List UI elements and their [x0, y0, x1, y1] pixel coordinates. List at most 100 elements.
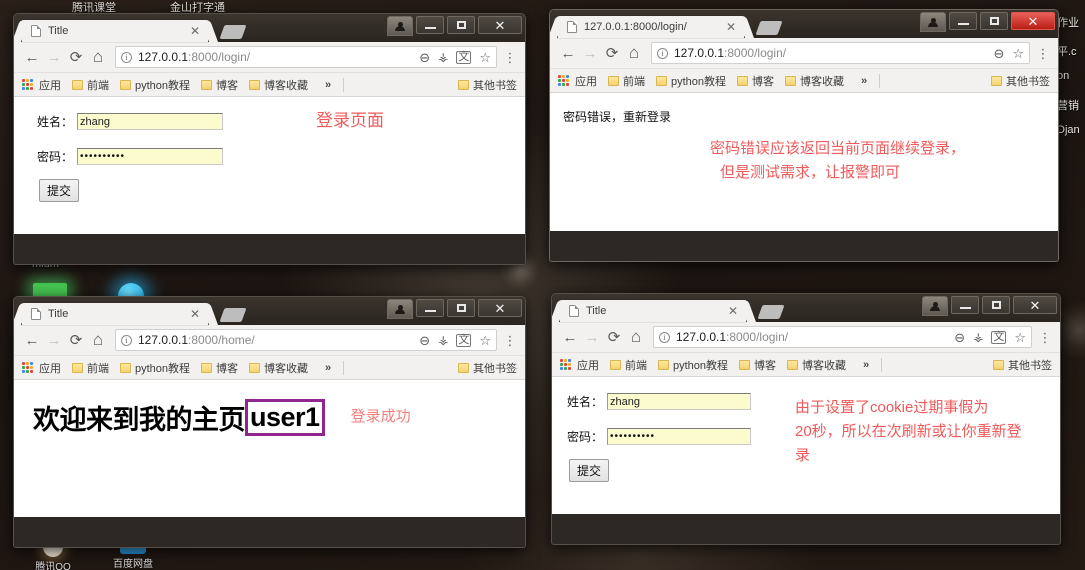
home-button[interactable]: ⌂ — [623, 42, 645, 64]
site-info-icon[interactable]: i — [121, 51, 132, 63]
browser-tab[interactable]: Title ✕ — [22, 20, 208, 42]
bookmark-folder-1[interactable]: python教程 — [120, 360, 190, 376]
translate-icon[interactable]: 文 — [991, 330, 1007, 344]
zoom-out-icon[interactable]: ⊖ — [419, 334, 430, 347]
new-tab-button[interactable] — [755, 21, 783, 35]
bookmark-other[interactable]: 其他书签 — [991, 73, 1050, 89]
new-tab-button[interactable] — [757, 305, 785, 319]
bookmarks-overflow-icon[interactable]: » — [863, 359, 869, 371]
right-edge-item-1[interactable]: 平.c — [1057, 43, 1077, 59]
key-icon[interactable]: ⚶ — [438, 51, 448, 63]
bookmark-apps[interactable]: 应用 — [560, 357, 599, 373]
bookmark-folder-0[interactable]: 前端 — [610, 357, 647, 373]
bookmark-folder-1[interactable]: python教程 — [658, 357, 728, 373]
bookmark-other[interactable]: 其他书签 — [458, 360, 517, 376]
bookmark-folder-3[interactable]: 博客收藏 — [249, 77, 308, 93]
browser-window-login-form[interactable]: Title ✕ ✕ ← → ⟳ ⌂ i 127.0.0.1:8000/login… — [13, 13, 526, 265]
name-input[interactable]: zhang — [607, 393, 752, 410]
translate-icon[interactable]: 文 — [456, 333, 472, 347]
password-input[interactable]: •••••••••• — [77, 148, 224, 165]
bookmark-folder-2[interactable]: 博客 — [201, 360, 238, 376]
back-button[interactable]: ← — [557, 42, 579, 64]
browser-tab[interactable]: 127.0.0.1:8000/login/ ✕ — [558, 16, 744, 38]
maximize-button[interactable] — [447, 299, 475, 317]
maximize-button[interactable] — [447, 16, 475, 34]
bookmark-folder-3[interactable]: 博客收藏 — [785, 73, 844, 89]
tab-close-icon[interactable]: ✕ — [190, 25, 200, 37]
bookmarks-overflow-icon[interactable]: » — [861, 75, 867, 87]
forward-button[interactable]: → — [579, 42, 601, 64]
browser-window-password-error[interactable]: 127.0.0.1:8000/login/ ✕ ✕ ← → ⟳ ⌂ i 127.… — [549, 9, 1059, 262]
bookmark-folder-0[interactable]: 前端 — [72, 77, 109, 93]
close-button[interactable]: ✕ — [1011, 12, 1055, 30]
back-button[interactable]: ← — [21, 46, 43, 68]
reload-button[interactable]: ⟳ — [65, 329, 87, 351]
home-button[interactable]: ⌂ — [87, 46, 109, 68]
zoom-out-icon[interactable]: ⊖ — [419, 51, 430, 64]
bookmark-folder-1[interactable]: python教程 — [656, 73, 726, 89]
chrome-menu-button[interactable]: ⋮ — [502, 51, 518, 64]
browser-tab[interactable]: Title ✕ — [22, 303, 208, 325]
minimize-button[interactable] — [951, 296, 979, 314]
tab-close-icon[interactable]: ✕ — [190, 308, 200, 320]
home-button[interactable]: ⌂ — [87, 329, 109, 351]
forward-button[interactable]: → — [581, 326, 603, 348]
address-bar[interactable]: i 127.0.0.1:8000/login/ ⊖ ☆ — [651, 42, 1030, 64]
bookmark-apps[interactable]: 应用 — [22, 77, 61, 93]
site-info-icon[interactable]: i — [659, 331, 670, 343]
name-input[interactable]: zhang — [77, 113, 224, 130]
address-bar[interactable]: i 127.0.0.1:8000/login/ ⊖ ⚶ 文 ☆ — [653, 326, 1032, 348]
close-button[interactable]: ✕ — [1013, 296, 1057, 314]
bookmark-folder-0[interactable]: 前端 — [72, 360, 109, 376]
reload-button[interactable]: ⟳ — [603, 326, 625, 348]
user-profile-button[interactable] — [922, 296, 948, 316]
chrome-menu-button[interactable]: ⋮ — [1037, 331, 1053, 344]
zoom-out-icon[interactable]: ⊖ — [954, 331, 965, 344]
right-edge-item-0[interactable]: 作业 — [1057, 14, 1079, 30]
right-edge-item-4[interactable]: Djan — [1057, 124, 1080, 136]
maximize-button[interactable] — [982, 296, 1010, 314]
home-button[interactable]: ⌂ — [625, 326, 647, 348]
address-bar[interactable]: i 127.0.0.1:8000/login/ ⊖ ⚶ 文 ☆ — [115, 46, 497, 68]
maximize-button[interactable] — [980, 12, 1008, 30]
bookmark-star-icon[interactable]: ☆ — [479, 51, 491, 64]
bookmark-folder-2[interactable]: 博客 — [739, 357, 776, 373]
back-button[interactable]: ← — [21, 329, 43, 351]
chrome-menu-button[interactable]: ⋮ — [1035, 47, 1051, 60]
bookmark-folder-0[interactable]: 前端 — [608, 73, 645, 89]
password-input[interactable]: •••••••••• — [607, 428, 752, 445]
close-button[interactable]: ✕ — [478, 299, 522, 317]
site-info-icon[interactable]: i — [121, 334, 132, 346]
reload-button[interactable]: ⟳ — [601, 42, 623, 64]
bookmarks-overflow-icon[interactable]: » — [325, 79, 331, 91]
bookmark-other[interactable]: 其他书签 — [458, 77, 517, 93]
browser-window-relogin[interactable]: Title ✕ ✕ ← → ⟳ ⌂ i 127.0.0.1:8000/login… — [551, 293, 1061, 545]
key-icon[interactable]: ⚶ — [973, 331, 983, 343]
close-button[interactable]: ✕ — [478, 16, 522, 34]
forward-button[interactable]: → — [43, 329, 65, 351]
right-edge-item-3[interactable]: 营销 — [1057, 97, 1079, 113]
new-tab-button[interactable] — [219, 308, 247, 322]
bookmark-folder-2[interactable]: 博客 — [201, 77, 238, 93]
bookmark-star-icon[interactable]: ☆ — [1014, 331, 1026, 344]
address-bar[interactable]: i 127.0.0.1:8000/home/ ⊖ ⚶ 文 ☆ — [115, 329, 497, 351]
new-tab-button[interactable] — [219, 25, 247, 39]
back-button[interactable]: ← — [559, 326, 581, 348]
key-icon[interactable]: ⚶ — [438, 334, 448, 346]
tab-close-icon[interactable]: ✕ — [728, 305, 738, 317]
zoom-out-icon[interactable]: ⊖ — [993, 47, 1004, 60]
bookmark-other[interactable]: 其他书签 — [993, 357, 1052, 373]
minimize-button[interactable] — [416, 299, 444, 317]
browser-tab[interactable]: Title ✕ — [560, 300, 746, 322]
bookmark-folder-1[interactable]: python教程 — [120, 77, 190, 93]
tab-close-icon[interactable]: ✕ — [726, 21, 736, 33]
bookmarks-overflow-icon[interactable]: » — [325, 362, 331, 374]
user-profile-button[interactable] — [920, 12, 946, 32]
site-info-icon[interactable]: i — [657, 47, 668, 59]
minimize-button[interactable] — [416, 16, 444, 34]
bookmark-star-icon[interactable]: ☆ — [479, 334, 491, 347]
bookmark-folder-3[interactable]: 博客收藏 — [787, 357, 846, 373]
minimize-button[interactable] — [949, 12, 977, 30]
bookmark-star-icon[interactable]: ☆ — [1012, 47, 1024, 60]
submit-button[interactable]: 提交 — [569, 459, 610, 482]
